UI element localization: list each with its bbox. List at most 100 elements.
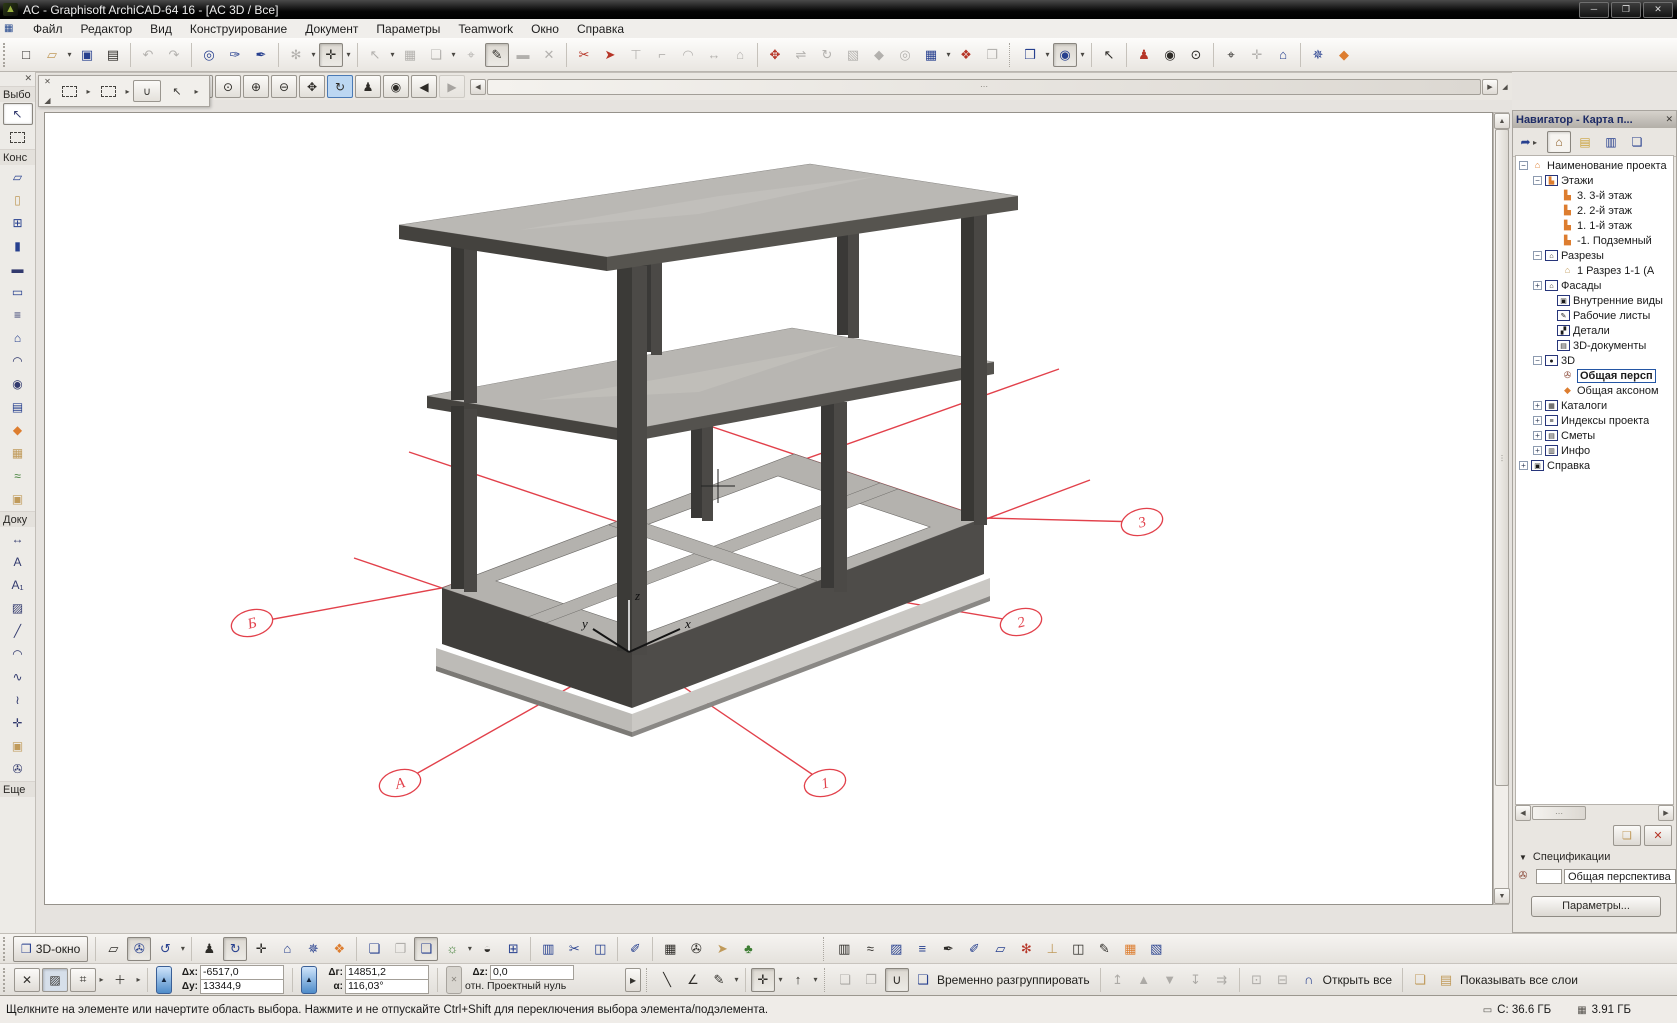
tree-item-axonometry[interactable]: ◆Общая аксоном — [1516, 383, 1673, 398]
expand-icon[interactable]: + — [1533, 431, 1542, 440]
orbit-mode-button[interactable]: ↺ — [153, 937, 177, 961]
flythrough-button[interactable]: ➤ — [710, 937, 734, 961]
publisher-button[interactable]: ❏ — [1625, 131, 1649, 153]
tree-item-story-basement[interactable]: ▙-1. Подземный — [1516, 233, 1673, 248]
polyline-tool[interactable]: ∿ — [3, 666, 33, 688]
new-viewpoint-button[interactable]: ❏ — [1613, 825, 1641, 846]
snap-cursor-button[interactable]: ✛ — [319, 43, 343, 67]
expand-icon[interactable]: + — [1533, 416, 1542, 425]
edit-selection-set-button[interactable]: ✥ — [763, 43, 787, 67]
origin-z-icon[interactable]: ✕ — [446, 966, 462, 994]
dx-input[interactable]: -6517,0 — [200, 965, 284, 980]
graphic-override-button[interactable]: ✻ — [1014, 937, 1038, 961]
wall-tool[interactable]: ▱ — [3, 166, 33, 188]
suspend-groups-button[interactable]: ❑ — [911, 968, 935, 992]
3d-view-settings-button[interactable]: ❖ — [327, 937, 351, 961]
open-dropdown[interactable]: ▾ — [65, 50, 74, 59]
navigator-hscrollbar[interactable]: ◀ ⋯ ▶ — [1515, 806, 1674, 820]
dimension-tool[interactable]: ↔ — [3, 528, 33, 550]
suspend-groups-label[interactable]: Временно разгруппировать — [937, 973, 1090, 987]
tree-item-project-indexes[interactable]: +≡Индексы проекта — [1516, 413, 1673, 428]
new-document-button[interactable]: □ — [14, 43, 38, 67]
terrain-settings-button[interactable]: ≈ — [858, 937, 882, 961]
zoom-percent-button[interactable]: ⊙ — [215, 75, 241, 98]
lock-button[interactable]: ⊡ — [1245, 968, 1269, 992]
bring-to-front-button[interactable]: ↥ — [1106, 968, 1130, 992]
explore-mode-button[interactable]: ⊙ — [1184, 43, 1208, 67]
column-tool[interactable]: ▮ — [3, 235, 33, 257]
floatbar-close-icon[interactable]: ✕ — [41, 77, 54, 86]
tracker-more-button[interactable]: ▸ — [625, 968, 641, 992]
reset-target-button[interactable]: ✛ — [1245, 43, 1269, 67]
copy-button[interactable]: ❏ — [424, 43, 448, 67]
slab-tool[interactable]: ▭ — [3, 281, 33, 303]
copy-properties-button[interactable]: ❐ — [980, 43, 1004, 67]
line-weights-button[interactable]: ≡ — [910, 937, 934, 961]
text-tool[interactable]: A — [3, 551, 33, 573]
previous-zoom-button[interactable]: ◀ — [411, 75, 437, 98]
orbit-mode-dropdown[interactable]: ▾ — [178, 944, 187, 953]
pen-override-dropdown[interactable]: ▾ — [732, 975, 741, 984]
find-replace-button[interactable]: ◎ — [893, 43, 917, 67]
hotspot-tool[interactable]: ✛ — [3, 712, 33, 734]
favorites-button[interactable]: ✻ — [284, 43, 308, 67]
orbit-3d-button[interactable]: ↻ — [223, 937, 247, 961]
mdi-document-icon[interactable]: ▦ — [4, 23, 18, 35]
inject-parameters-button[interactable]: ✒ — [249, 43, 273, 67]
tree-item-story-2[interactable]: ▙2. 2-й этаж — [1516, 203, 1673, 218]
bring-forward-button[interactable]: ▲ — [1132, 968, 1156, 992]
collapse-icon[interactable]: − — [1533, 176, 1542, 185]
expand-icon[interactable]: + — [1533, 401, 1542, 410]
close-button[interactable]: ✕ — [1643, 2, 1673, 18]
layout-book-button[interactable]: ▥ — [1599, 131, 1623, 153]
tree-item-worksheets[interactable]: ✎Рабочие листы — [1516, 308, 1673, 323]
set-target-button[interactable]: ⌖ — [1219, 43, 1243, 67]
pen-palette-button[interactable]: ▦ — [1118, 937, 1142, 961]
figure-tool[interactable]: ▣ — [3, 735, 33, 757]
grid-rotate-button[interactable]: ⌗ — [70, 968, 96, 992]
tree-item-project[interactable]: −⌂Наименование проекта — [1516, 158, 1673, 173]
solid-operations-button[interactable]: ❖ — [954, 43, 978, 67]
nav-scroll-left[interactable]: ◀ — [1515, 805, 1531, 821]
expand-icon[interactable]: + — [1533, 281, 1542, 290]
viewport-vscrollbar[interactable]: ▲ ⋯ ▼ — [1493, 112, 1509, 905]
reset-order-button[interactable]: ⇉ — [1210, 968, 1234, 992]
send-to-back-button[interactable]: ↧ — [1184, 968, 1208, 992]
tree-item-lists[interactable]: +▤Сметы — [1516, 428, 1673, 443]
fill-tool[interactable]: ▨ — [3, 597, 33, 619]
spline-tool[interactable]: ≀ — [3, 689, 33, 711]
marquee-select-button[interactable] — [55, 80, 83, 102]
navigator-title-bar[interactable]: Навигатор - Карта п... ✕ — [1513, 111, 1676, 128]
hscroll-thumb[interactable]: ⋯ — [487, 79, 1481, 95]
camera-settings-button[interactable]: ✵ — [1306, 43, 1330, 67]
floatbar-collapse-icon[interactable]: ◢ — [41, 96, 54, 105]
menu-edit[interactable]: Редактор — [72, 21, 142, 37]
explode-button[interactable]: ▧ — [841, 43, 865, 67]
window-tools-dropdown[interactable]: ▾ — [1043, 50, 1052, 59]
arrow-info-button[interactable]: ↖ — [363, 43, 387, 67]
incremental-dropdown[interactable]: ▾ — [811, 975, 820, 984]
corner-button[interactable]: ⌐ — [650, 43, 674, 67]
menu-help[interactable]: Справка — [568, 21, 633, 37]
scroll-up-arrow[interactable]: ▲ — [1494, 113, 1510, 129]
fillet-button[interactable]: ◠ — [676, 43, 700, 67]
edit-elements-button[interactable]: ✎ — [485, 43, 509, 67]
look-to-3d-button[interactable]: ✛ — [249, 937, 273, 961]
walk-button[interactable]: ♟ — [197, 937, 221, 961]
grid-snap-button[interactable]: ▦ — [398, 43, 422, 67]
menu-document[interactable]: Документ — [296, 21, 367, 37]
cursor-button[interactable]: ↖ — [163, 80, 191, 102]
menu-teamwork[interactable]: Teamwork — [449, 21, 522, 37]
menu-options[interactable]: Параметры — [367, 21, 449, 37]
copy-dropdown[interactable]: ▾ — [449, 50, 458, 59]
show-3d-dropdown[interactable]: ▾ — [1078, 50, 1087, 59]
dr-input[interactable]: 14851,2 — [345, 965, 429, 980]
pen-override-button[interactable]: ✎ — [707, 968, 731, 992]
project-chooser-button[interactable]: ➦▸ — [1515, 131, 1545, 153]
toolbar-grip[interactable] — [3, 937, 10, 961]
tracker-close-button[interactable]: ✕ — [14, 968, 40, 992]
unlock-all-button[interactable]: ∩ — [1297, 968, 1321, 992]
collapse-icon[interactable]: − — [1533, 251, 1542, 260]
home-view-button[interactable]: ⌂ — [275, 937, 299, 961]
menu-window[interactable]: Окно — [522, 21, 568, 37]
